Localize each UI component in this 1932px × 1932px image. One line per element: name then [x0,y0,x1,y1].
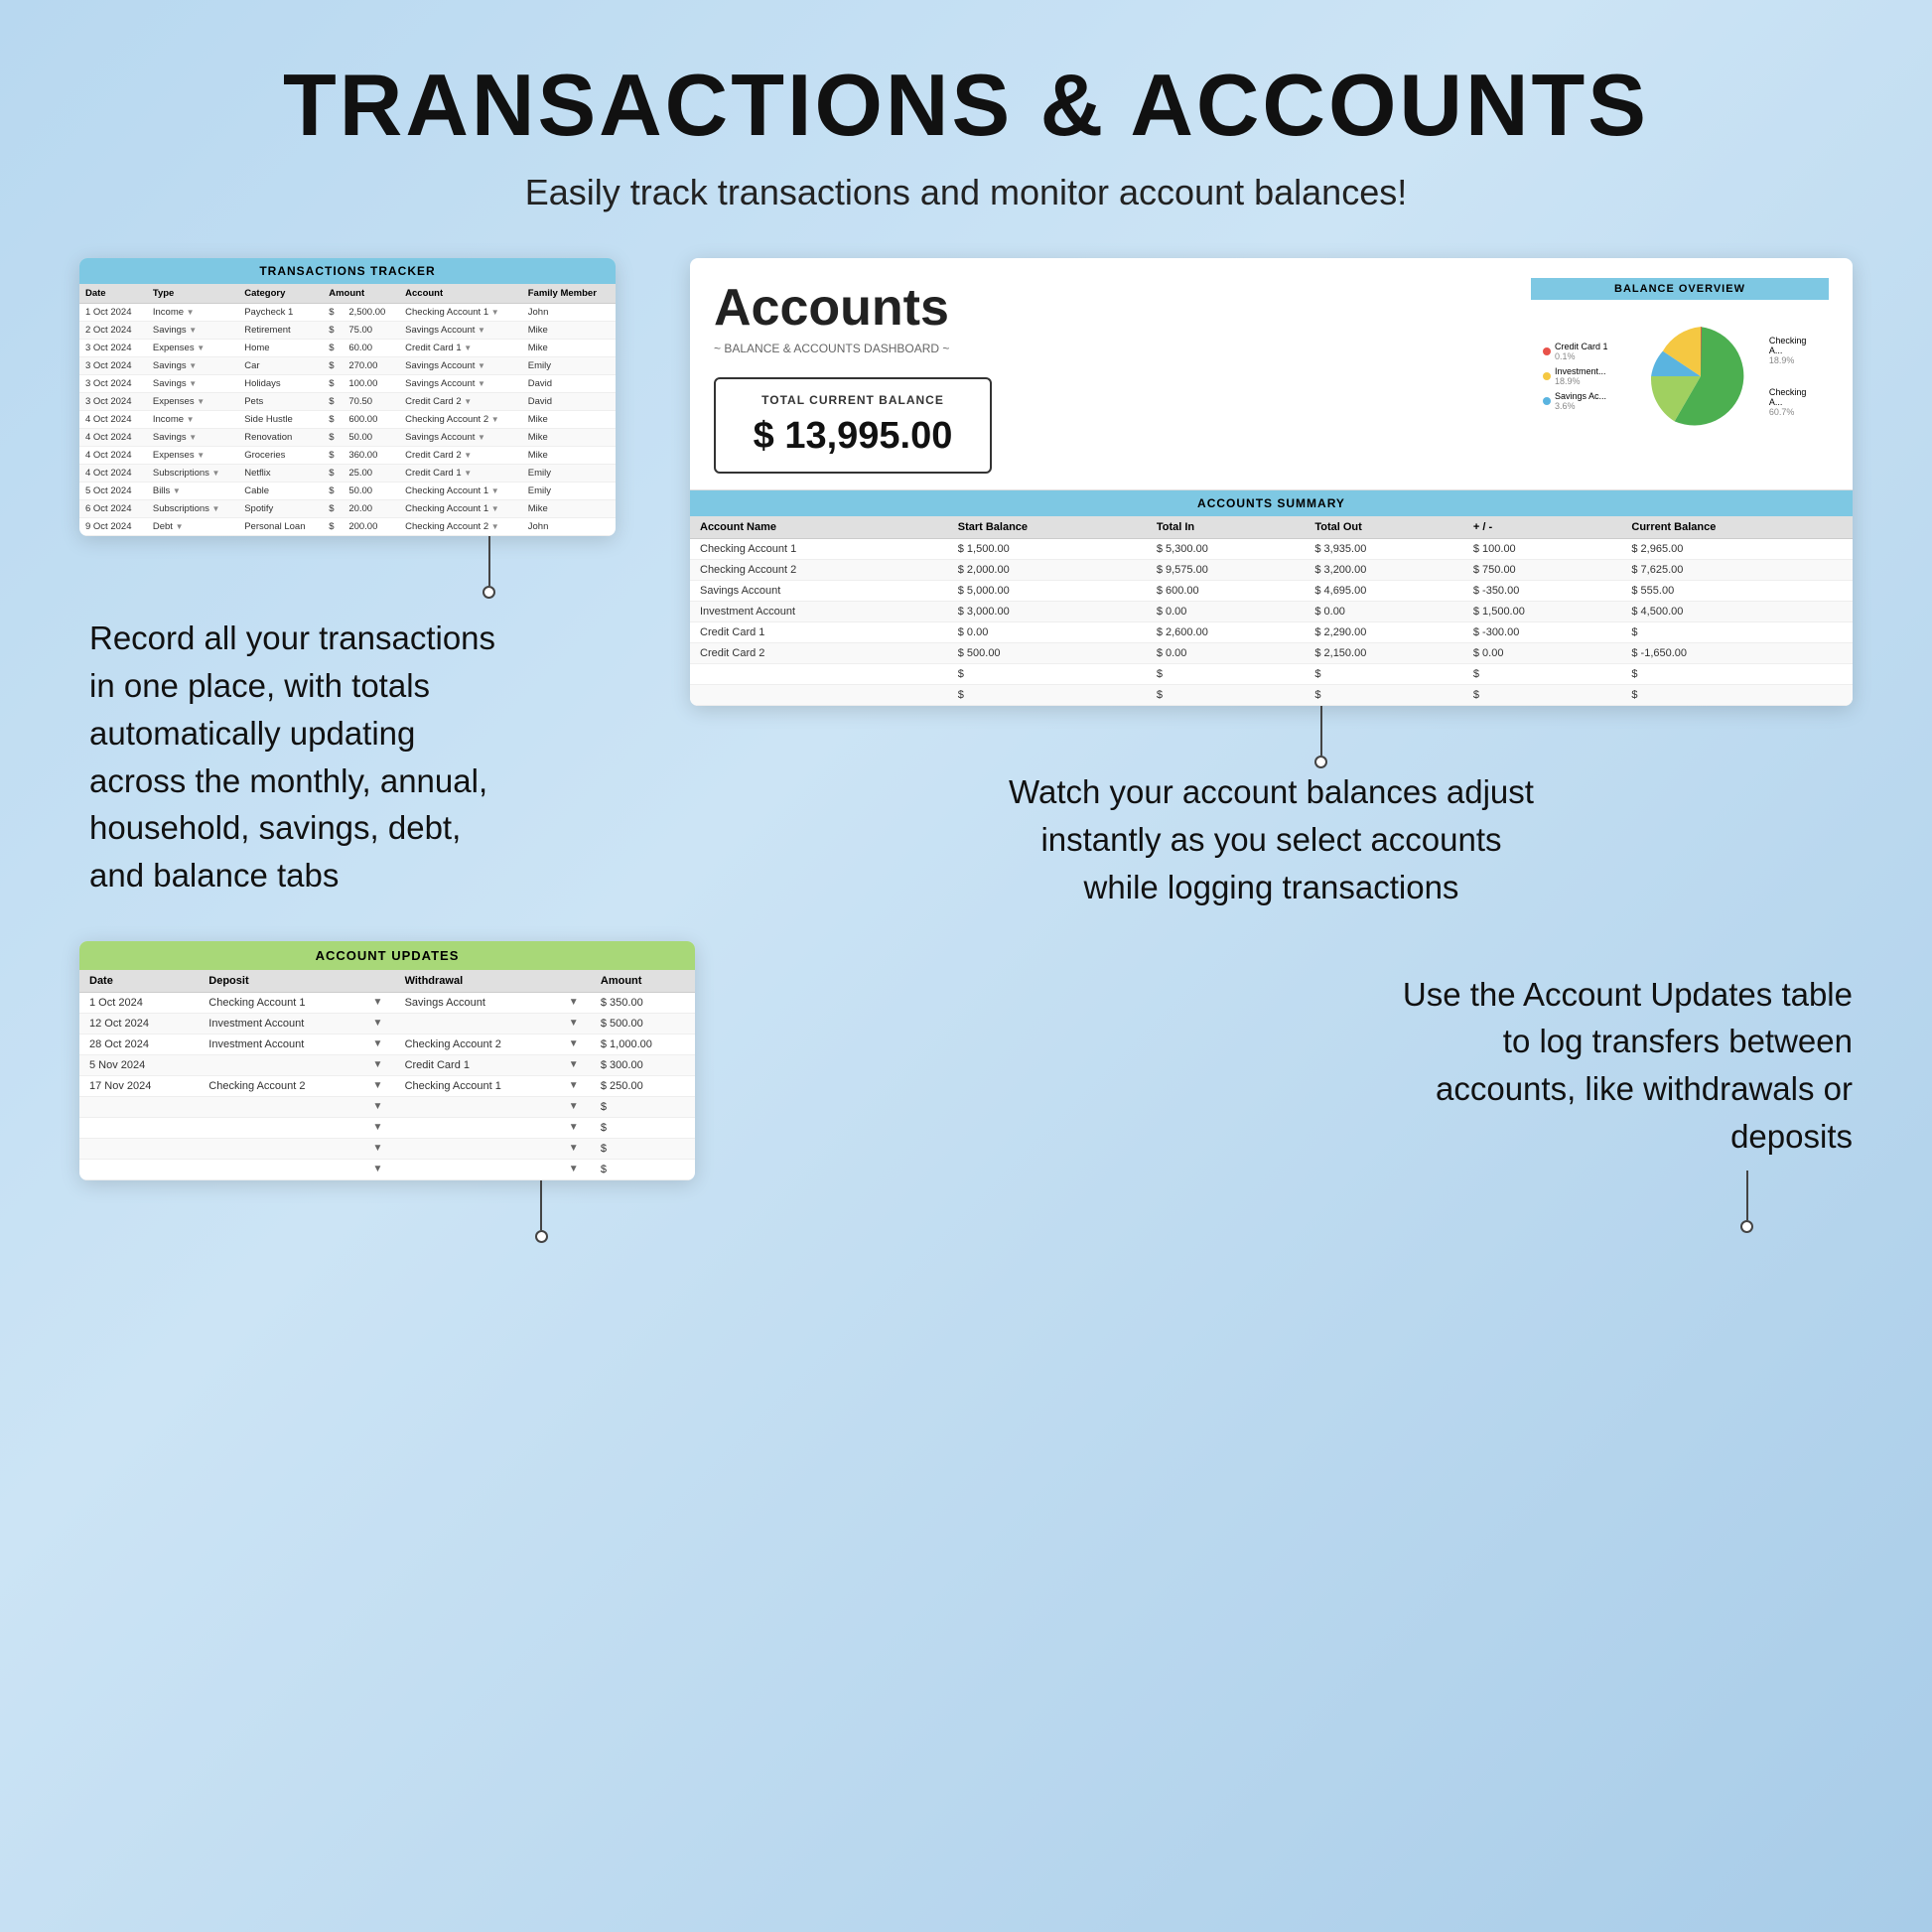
table-row: 6 Oct 2024Subscriptions ▼Spotify$20.00Ch… [79,500,616,518]
right-description: Watch your account balances adjust insta… [690,768,1853,911]
accounts-summary-table: Account Name Start Balance Total In Tota… [690,516,1853,706]
table-row: 4 Oct 2024Savings ▼Renovation$50.00Savin… [79,429,616,447]
left-description: Record all your transactions in one plac… [79,615,630,899]
col-category: Category [238,284,323,304]
table-row: Investment Account$ 3,000.00$ 0.00$ 0.00… [690,602,1853,622]
transactions-card: TRANSACTIONS TRACKER Date Type Category … [79,258,616,536]
table-row: 5 Nov 2024▼Credit Card 1▼$ 300.00 [79,1054,695,1075]
table-row: Savings Account$ 5,000.00$ 600.00$ 4,695… [690,581,1853,602]
table-row: 4 Oct 2024Income ▼Side Hustle$600.00Chec… [79,411,616,429]
table-row: 28 Oct 2024Investment Account▼Checking A… [79,1034,695,1054]
total-balance-value: $ 13,995.00 [736,415,970,458]
transactions-table: Date Type Category Amount Account Family… [79,284,616,536]
col-date: Date [79,284,147,304]
legend-investment: Investment...18.9% [1555,366,1606,386]
table-row: 4 Oct 2024Subscriptions ▼Netflix$25.00Cr… [79,465,616,483]
page-subtitle: Easily track transactions and monitor ac… [0,172,1932,213]
table-row: Checking Account 1$ 1,500.00$ 5,300.00$ … [690,539,1853,560]
col-family: Family Member [522,284,616,304]
legend-credit-card1: Credit Card 10.1% [1555,342,1608,361]
table-row: 1 Oct 2024Income ▼Paycheck 1$2,500.00Che… [79,304,616,322]
updates-header: ACCOUNT UPDATES [79,941,695,970]
table-row: $$$$$ [690,685,1853,706]
table-row: 3 Oct 2024Expenses ▼Home$60.00Credit Car… [79,340,616,357]
table-row: 12 Oct 2024Investment Account▼▼$ 500.00 [79,1013,695,1034]
total-balance-label: TOTAL CURRENT BALANCE [736,393,970,407]
pie-chart [1642,312,1759,441]
col-amount: Amount [323,284,399,304]
page-title: TRANSACTIONS & ACCOUNTS [0,0,1932,156]
table-row: 3 Oct 2024Expenses ▼Pets$70.50Credit Car… [79,393,616,411]
table-row: 5 Oct 2024Bills ▼Cable$50.00Checking Acc… [79,483,616,500]
accounts-summary-header: ACCOUNTS SUMMARY [690,490,1853,516]
updates-card: ACCOUNT UPDATES Date Deposit Withdrawal … [79,941,695,1180]
legend-savings: Savings Ac...3.6% [1555,391,1606,411]
legend-checking1: Checking A...18.9% [1769,336,1817,365]
accounts-subtitle: ~ BALANCE & ACCOUNTS DASHBOARD ~ [714,342,1511,355]
table-row: 3 Oct 2024Savings ▼Car$270.00Savings Acc… [79,357,616,375]
bottom-description: Use the Account Updates table to log tra… [1403,971,1853,1161]
legend-checking2: Checking A...60.7% [1769,387,1817,417]
col-account: Account [399,284,522,304]
table-row: ▼▼$ [79,1138,695,1159]
updates-table: Date Deposit Withdrawal Amount 1 Oct 202… [79,970,695,1180]
table-row: Credit Card 1$ 0.00$ 2,600.00$ 2,290.00$… [690,622,1853,643]
col-type: Type [147,284,238,304]
table-row: $$$$$ [690,664,1853,685]
accounts-card: Accounts ~ BALANCE & ACCOUNTS DASHBOARD … [690,258,1853,706]
table-row: 9 Oct 2024Debt ▼Personal Loan$200.00Chec… [79,518,616,536]
table-row: ▼▼$ [79,1159,695,1179]
table-row: 17 Nov 2024Checking Account 2▼Checking A… [79,1075,695,1096]
table-row: 4 Oct 2024Expenses ▼Groceries$360.00Cred… [79,447,616,465]
table-row: 3 Oct 2024Savings ▼Holidays$100.00Saving… [79,375,616,393]
table-row: 2 Oct 2024Savings ▼Retirement$75.00Savin… [79,322,616,340]
table-row: ▼▼$ [79,1096,695,1117]
table-row: ▼▼$ [79,1117,695,1138]
table-row: Credit Card 2$ 500.00$ 0.00$ 2,150.00$ 0… [690,643,1853,664]
transactions-header: TRANSACTIONS TRACKER [79,258,616,284]
balance-overview-header: BALANCE OVERVIEW [1531,278,1829,300]
table-row: 1 Oct 2024Checking Account 1▼Savings Acc… [79,992,695,1013]
accounts-title: Accounts [714,278,1511,338]
table-row: Checking Account 2$ 2,000.00$ 9,575.00$ … [690,560,1853,581]
